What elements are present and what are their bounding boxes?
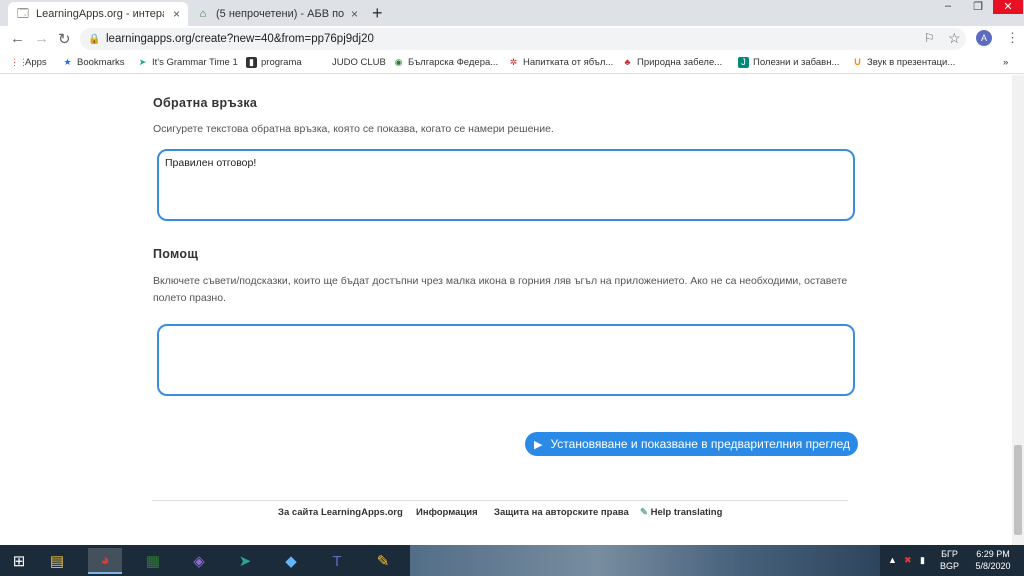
tab-abv-mail[interactable]: ⌂ (5 непрочетени) - АБВ поща ×: [188, 2, 366, 26]
bookmark-grammar-time[interactable]: ➤ It's Grammar Time 1: [137, 57, 238, 68]
windows-start-icon[interactable]: ⊞: [2, 548, 36, 574]
play-icon: ▶: [534, 438, 543, 451]
paper-plane-app-icon[interactable]: ➤: [228, 548, 262, 574]
back-arrow-icon[interactable]: ←: [10, 30, 25, 47]
windows-taskbar: ⊞ ▤ ◕ ▦ ◈ ➤ ◆ T ✎ ▲ ✖ ▮ БГР BGP 6:29 PM …: [0, 545, 1024, 576]
signal-icon[interactable]: ▮: [920, 554, 925, 566]
page-scrollbar[interactable]: [1012, 75, 1024, 545]
forward-arrow-icon[interactable]: →: [34, 30, 49, 47]
close-window-button[interactable]: ✕: [993, 0, 1023, 14]
tab-title: LearningApps.org - интерактивн: [36, 8, 164, 20]
tray-overflow-icon[interactable]: ▲: [888, 554, 897, 566]
feedback-heading: Обратна връзка: [153, 96, 258, 110]
footer-link-about[interactable]: За сайта LearningApps.org: [278, 507, 403, 518]
clock-time: 6:29 PM: [976, 549, 1010, 559]
lock-icon: 🔒: [88, 33, 101, 45]
scrollbar-thumb[interactable]: [1014, 445, 1022, 535]
nature-icon: ♣: [624, 57, 631, 67]
bookmark-star-icon[interactable]: ☆: [948, 30, 961, 47]
help-description: Включете съвети/подсказки, които ще бъда…: [153, 275, 848, 304]
taskbar-background-image: [410, 545, 880, 576]
reload-icon[interactable]: ↻: [58, 30, 71, 48]
visual-studio-icon[interactable]: ◈: [182, 548, 216, 574]
bookmark-label: Българска Федера...: [408, 57, 499, 68]
bookmark-label: JUDO CLUB: [332, 57, 386, 68]
bookmark-label: Природна забеле...: [637, 57, 723, 68]
file-explorer-icon[interactable]: ▤: [40, 548, 74, 574]
browser-toolbar: ← → ↻ 🔒 learningapps.org/create?new=40&f…: [0, 26, 1024, 52]
language-top: БГР: [941, 549, 958, 559]
club-logo-icon: ◉: [394, 57, 403, 67]
preview-button[interactable]: ▶ Установяване и показване в предварител…: [525, 432, 858, 456]
apps-grid-icon: ⋮⋮: [10, 57, 28, 67]
bookmark-bulgarian-federation[interactable]: ◉ Българска Федера...: [393, 57, 499, 68]
translate-pencil-icon: ✎: [640, 507, 648, 518]
feedback-description: Осигурете текстова обратна връзка, която…: [153, 123, 554, 135]
tab-learningapps[interactable]: 🗔 LearningApps.org - интерактивн ×: [8, 2, 188, 26]
language-indicator[interactable]: БГР BGP: [940, 548, 959, 572]
preview-button-label: Установяване и показване в предварителни…: [550, 437, 850, 451]
chrome-icon[interactable]: ◕: [88, 548, 122, 574]
browser-tab-bar: 🗔 LearningApps.org - интерактивн × ⌂ (5 …: [0, 0, 1024, 26]
tab-close-icon[interactable]: ×: [173, 7, 180, 21]
clock-date: 5/8/2020: [975, 561, 1011, 571]
calculator-icon[interactable]: ▦: [136, 548, 170, 574]
menu-dots-icon[interactable]: ⋮: [1006, 30, 1019, 46]
clock[interactable]: 6:29 PM 5/8/2020: [970, 548, 1016, 572]
paint-icon[interactable]: ✎: [366, 548, 400, 574]
tab-title: (5 непрочетени) - АБВ поща: [216, 8, 344, 20]
profile-avatar[interactable]: A: [976, 30, 992, 46]
address-url: learningapps.org/create?new=40&from=pp76…: [106, 33, 374, 45]
paper-plane-icon: ➤: [138, 57, 147, 67]
bookmark-label: Полезни и забавн...: [753, 57, 840, 68]
bookmark-label: programa: [261, 57, 302, 68]
page-content: Обратна връзка Осигурете текстова обратн…: [0, 75, 1010, 545]
bookmark-bookmarks[interactable]: ★ Bookmarks: [62, 57, 125, 68]
tab-close-icon[interactable]: ×: [351, 7, 358, 21]
feedback-textarea[interactable]: Правилен отговор!: [157, 149, 855, 221]
bookmarks-overflow-button[interactable]: »: [1003, 57, 1008, 68]
help-textarea[interactable]: [157, 324, 855, 396]
cube-app-icon[interactable]: ◆: [274, 548, 308, 574]
tv-icon: ▮: [246, 57, 257, 68]
bookmarks-bar: ⋮⋮ Apps ★ Bookmarks ➤ It's Grammar Time …: [0, 52, 1024, 74]
bookmark-label: Bookmarks: [77, 57, 125, 68]
bookmark-label: Звук в презентаци...: [867, 57, 956, 68]
help-heading: Помощ: [153, 247, 199, 261]
translate-icon[interactable]: ⚐: [924, 31, 935, 45]
minimize-button[interactable]: –: [933, 0, 963, 14]
bookmark-label: It's Grammar Time 1: [152, 57, 238, 68]
footer-link-label: Help translating: [650, 507, 723, 518]
bookmark-apps[interactable]: ⋮⋮ Apps: [10, 57, 47, 68]
bookmark-label: Напитката от ябъл...: [523, 57, 614, 68]
bookmark-prirodna[interactable]: ♣ Природна забеле...: [622, 57, 723, 68]
footer-link-copyright[interactable]: Защита на авторските права: [494, 507, 629, 518]
language-bottom: BGP: [940, 561, 960, 571]
teams-icon[interactable]: T: [320, 548, 354, 574]
bike-icon: ✲: [509, 57, 518, 67]
bookmark-napitkata[interactable]: ✲ Напитката от ябъл...: [508, 57, 614, 68]
j-icon: J: [738, 57, 749, 68]
star-icon: ★: [63, 57, 72, 67]
learningapps-favicon-icon: 🗔: [17, 7, 29, 20]
footer-link-help-translating[interactable]: ✎ Help translating: [640, 507, 722, 518]
network-warning-icon[interactable]: ✖: [904, 554, 912, 566]
new-tab-button[interactable]: +: [372, 3, 383, 24]
bookmark-zvuk[interactable]: U Звук в презентаци...: [852, 57, 955, 68]
bookmark-programa[interactable]: ▮ programa: [246, 57, 302, 68]
maximize-button[interactable]: ❐: [963, 0, 993, 14]
bookmark-judo-club[interactable]: JUDO CLUB: [332, 57, 386, 68]
bookmark-polezni[interactable]: J Полезни и забавн...: [738, 57, 839, 68]
bookmark-label: Apps: [25, 57, 47, 68]
u-icon: U: [854, 57, 861, 67]
footer-divider: [152, 500, 848, 501]
footer-link-info[interactable]: Информация: [416, 507, 478, 518]
abv-home-icon: ⌂: [199, 8, 207, 20]
address-bar[interactable]: 🔒 learningapps.org/create?new=40&from=pp…: [80, 28, 966, 50]
